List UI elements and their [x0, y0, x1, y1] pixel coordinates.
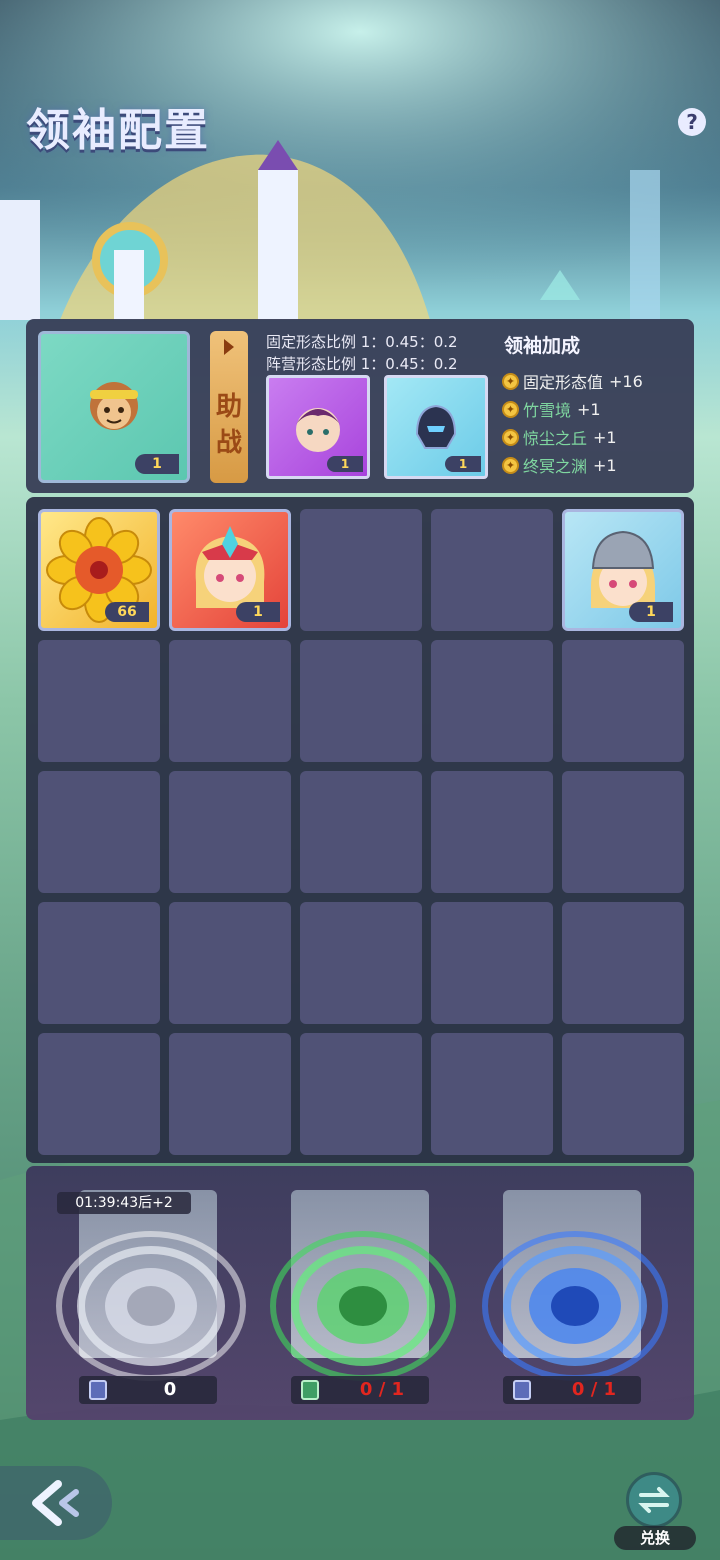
fixed-ratio-text: 固定形态比例 1：0.45：0.2 — [266, 333, 458, 351]
grid-cell[interactable] — [169, 1033, 291, 1155]
grid-cell[interactable] — [300, 902, 422, 1024]
grid-cell[interactable] — [562, 1033, 684, 1155]
summon-timer: 01:39:43后+2 — [57, 1192, 191, 1214]
grid-cell[interactable] — [300, 771, 422, 893]
leader-count: 1 — [135, 454, 179, 474]
grid-cell[interactable]: 1 — [562, 509, 684, 631]
grid-cell[interactable] — [300, 509, 422, 631]
back-arrow-icon — [32, 1480, 79, 1526]
page-title: 领袖配置 — [26, 105, 210, 156]
back-button[interactable] — [0, 1466, 112, 1540]
ticket-icon — [89, 1380, 107, 1400]
bonus-row: ✦ 竹雪境 +1 — [502, 397, 601, 421]
ticket-icon — [301, 1380, 319, 1400]
camp-ratio-text: 阵营形态比例 1：0.45：0.2 — [266, 355, 458, 373]
grid-cell[interactable] — [562, 902, 684, 1024]
cell-count: 1 — [629, 602, 673, 622]
coin-icon: ✦ — [502, 400, 519, 418]
summon-counter-green: 0 / 1 — [291, 1376, 429, 1404]
grid-cell[interactable] — [38, 640, 160, 762]
grid-cell[interactable] — [169, 902, 291, 1024]
grid-cell[interactable]: 1 — [169, 509, 291, 631]
blue-portal-icon — [482, 1231, 668, 1381]
coin-icon: ✦ — [502, 372, 519, 390]
exchange-button[interactable]: 兑换 — [614, 1472, 696, 1552]
leader-panel: 1 助战 固定形态比例 1：0.45：0.2 阵营形态比例 1：0.45：0.2… — [26, 319, 694, 493]
cell-count: 66 — [105, 602, 149, 622]
leader-slot[interactable]: 1 — [38, 331, 190, 483]
exchange-label: 兑换 — [614, 1526, 696, 1550]
grid-cell[interactable] — [431, 640, 553, 762]
help-icon[interactable]: ? — [678, 108, 706, 136]
helper-slot-2[interactable]: 1 — [384, 375, 488, 479]
coin-icon: ✦ — [502, 456, 519, 474]
leader-bonus-title: 领袖加成 — [504, 335, 581, 357]
exchange-icon — [626, 1472, 682, 1528]
green-portal-icon — [270, 1231, 456, 1381]
ticket-icon — [513, 1380, 531, 1400]
summon-counter-white: 0 — [79, 1376, 217, 1404]
assist-tab[interactable]: 助战 — [210, 331, 248, 483]
grid-cell[interactable] — [431, 771, 553, 893]
grid-cell[interactable] — [431, 509, 553, 631]
grid-cell[interactable]: 66 — [38, 509, 160, 631]
grid-cell[interactable] — [169, 771, 291, 893]
grid-cell[interactable] — [38, 902, 160, 1024]
grid-cell[interactable] — [431, 902, 553, 1024]
grid-cell[interactable] — [300, 1033, 422, 1155]
grid-cell[interactable] — [562, 771, 684, 893]
grid-cell[interactable] — [38, 1033, 160, 1155]
bonus-row: ✦ 惊尘之丘 +1 — [502, 425, 617, 449]
grid-cell[interactable] — [169, 640, 291, 762]
grid-cell[interactable] — [431, 1033, 553, 1155]
summon-counter-blue: 0 / 1 — [503, 1376, 641, 1404]
helper-count: 1 — [445, 456, 481, 472]
helper-count: 1 — [327, 456, 363, 472]
coin-icon: ✦ — [502, 428, 519, 446]
grid-cell[interactable] — [38, 771, 160, 893]
play-arrow-icon — [224, 339, 234, 355]
grid-cell[interactable] — [300, 640, 422, 762]
helper-slot-1[interactable]: 1 — [266, 375, 370, 479]
white-portal-icon — [56, 1231, 246, 1381]
assist-label: 助战 — [215, 392, 242, 458]
grid-cell[interactable] — [562, 640, 684, 762]
cell-count: 1 — [236, 602, 280, 622]
bonus-row: ✦ 固定形态值 +16 — [502, 369, 643, 393]
bonus-row: ✦ 终冥之渊 +1 — [502, 453, 617, 477]
inventory-grid: 66 1 1 — [26, 497, 694, 1163]
